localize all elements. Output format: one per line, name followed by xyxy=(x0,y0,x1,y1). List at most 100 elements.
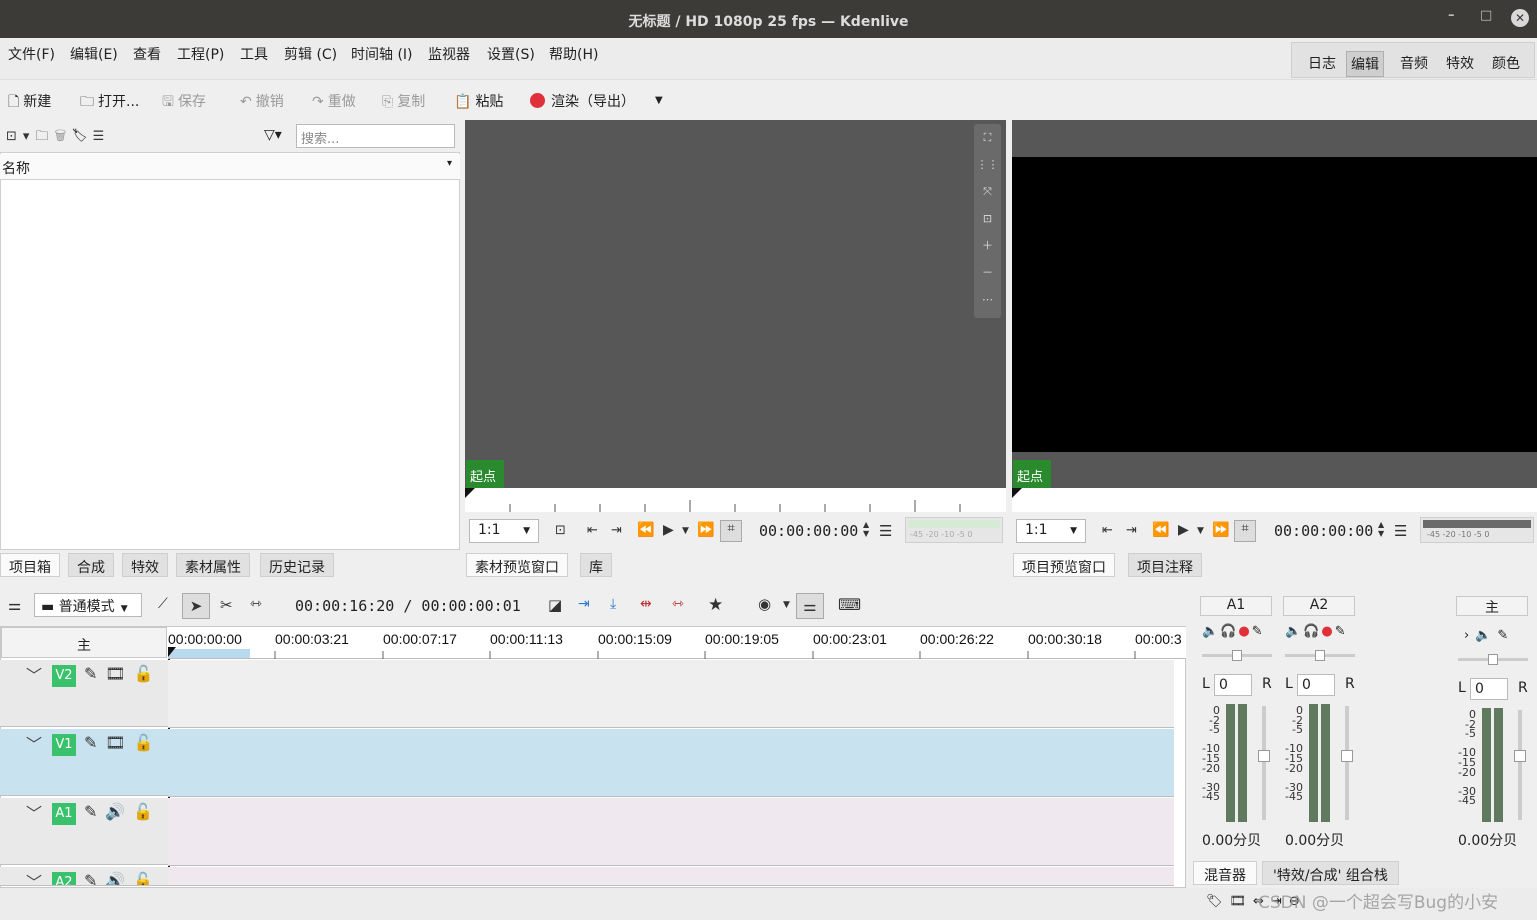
clip-monitor-view[interactable] xyxy=(465,120,1006,488)
bin-search-input[interactable]: 搜索... xyxy=(296,124,455,148)
lock-icon[interactable]: 🔓 xyxy=(133,871,161,885)
filter-icon[interactable]: ▽▾ xyxy=(264,127,282,143)
tag-icon[interactable]: 🏷 xyxy=(1206,894,1230,909)
tab-effect-stack[interactable]: '特效/合成' 组合栈 xyxy=(1262,861,1399,885)
project-monitor-ruler[interactable] xyxy=(1012,488,1537,512)
select-tool-icon[interactable]: ➤ xyxy=(182,593,210,619)
zoom-fit-icon[interactable]: ⤧ xyxy=(974,178,1001,205)
project-set-in-icon[interactable]: ⇤ xyxy=(1102,523,1113,538)
collapse-chevron-icon[interactable]: ﹀ xyxy=(26,800,42,824)
film-icon[interactable]: 🎞 xyxy=(105,664,133,683)
delete-icon[interactable]: 🗑 xyxy=(54,129,72,144)
collapse-chevron-icon[interactable]: ﹀ xyxy=(26,662,42,686)
maximize-button[interactable]: □ xyxy=(1480,8,1492,23)
mixer-toggle-icon[interactable]: ⚌ xyxy=(796,593,824,619)
overwrite-icon[interactable]: ⤓ xyxy=(610,596,616,612)
track-name[interactable]: V2 xyxy=(52,665,76,687)
track-a2[interactable] xyxy=(168,867,1174,886)
volume-slider[interactable] xyxy=(1341,706,1353,820)
timeline-settings-icon[interactable]: ⚌ xyxy=(8,596,21,614)
edit-mode-select[interactable]: ▬ 普通模式 ▼ xyxy=(34,593,142,617)
open-button[interactable]: 🗀 打开... xyxy=(80,91,139,115)
clip-monitor-menu-icon[interactable]: ☰ xyxy=(879,522,892,540)
menu-project[interactable]: 工程(P) xyxy=(177,44,224,64)
project-play-icon[interactable]: ▶ xyxy=(1178,522,1189,538)
balance-handle[interactable] xyxy=(1315,650,1325,661)
project-zoom-select[interactable]: 1:1 ▼ xyxy=(1016,519,1086,543)
solo-headphones-icon[interactable]: 🎧 xyxy=(1303,624,1321,639)
menu-settings[interactable]: 设置(S) xyxy=(487,44,535,64)
close-button[interactable]: ✕ xyxy=(1511,9,1529,27)
lock-icon[interactable]: 🔓 xyxy=(134,733,162,752)
film-icon[interactable]: 🎞 xyxy=(105,733,133,752)
spacer-tool-icon[interactable]: ⟋ xyxy=(158,596,168,612)
solo-headphones-icon[interactable]: 🎧 xyxy=(1220,624,1238,639)
record-audio-icon[interactable]: ◉ xyxy=(758,595,771,613)
project-forward-icon[interactable]: ⏩ xyxy=(1212,522,1229,538)
record-icon[interactable]: ● xyxy=(1238,624,1251,639)
effects-icon[interactable]: ✎ xyxy=(1335,624,1348,639)
tab-library[interactable]: 库 xyxy=(580,553,612,577)
project-set-out-icon[interactable]: ⇥ xyxy=(1126,523,1137,538)
lock-icon[interactable]: 🔓 xyxy=(133,802,161,821)
copy-button[interactable]: ⎘ 复制 xyxy=(382,91,425,111)
collapse-chevron-icon[interactable]: ﹀ xyxy=(26,869,42,885)
volume-handle[interactable] xyxy=(1258,750,1270,762)
effects-wand-icon[interactable]: ✎ xyxy=(84,802,105,821)
lift-icon[interactable]: ⇿ xyxy=(672,596,684,612)
mute-icon[interactable]: 🔈 xyxy=(1475,628,1497,643)
mute-icon[interactable]: 🔈 xyxy=(1202,624,1220,639)
play-options-icon[interactable]: ▼ xyxy=(682,526,689,536)
effects-wand-icon[interactable]: ✎ xyxy=(84,664,105,683)
project-timecode-spinner-icon[interactable]: ▲ ▼ xyxy=(1378,520,1384,538)
render-dropdown-icon[interactable]: ▼ xyxy=(655,95,663,106)
menu-view[interactable]: 查看 xyxy=(133,44,161,64)
lock-icon[interactable]: 🔓 xyxy=(134,664,162,683)
rewind-icon[interactable]: ⏪ xyxy=(637,522,654,538)
balance-slider[interactable] xyxy=(1202,650,1272,661)
volume-handle[interactable] xyxy=(1341,750,1353,762)
balance-input[interactable]: 0 xyxy=(1297,674,1335,696)
split-view-icon[interactable]: ◪ xyxy=(548,596,562,614)
collapse-chevron-icon[interactable]: ﹀ xyxy=(26,731,42,755)
track-header-a1[interactable]: ﹀ A1 ✎🔊🔓 xyxy=(0,798,168,865)
clip-crop-icon[interactable]: ⌗ xyxy=(720,520,742,542)
effects-wand-icon[interactable]: ✎ xyxy=(84,871,105,885)
gain-value[interactable]: 0.00分贝 xyxy=(1458,830,1517,850)
insert-icon[interactable]: ⇥ xyxy=(578,596,590,612)
minimize-button[interactable]: – xyxy=(1448,8,1455,23)
timeline-master-header[interactable]: 主 xyxy=(1,627,167,658)
menu-timeline[interactable]: 时间轴 (I) xyxy=(351,44,413,64)
tab-project-monitor[interactable]: 项目预览窗口 xyxy=(1013,553,1115,577)
zoom-out-icon[interactable]: － xyxy=(974,259,1001,286)
mute-icon[interactable]: 🔈 xyxy=(1285,624,1303,639)
sort-chevron-icon[interactable]: ▾ xyxy=(447,158,452,169)
more-icon[interactable]: ⋯ xyxy=(974,286,1001,313)
track-header-v2[interactable]: ﹀ V2 ✎🎞🔓 xyxy=(0,660,168,727)
speaker-icon[interactable]: 🔊 xyxy=(105,871,133,885)
clip-fullscreen-icon[interactable]: ⊡ xyxy=(555,523,566,538)
workspace-color[interactable]: 颜色 xyxy=(1488,51,1524,75)
tab-history[interactable]: 历史记录 xyxy=(260,553,334,577)
fit-icon[interactable]: ⛶ xyxy=(974,124,1001,151)
project-play-options-icon[interactable]: ▼ xyxy=(1197,526,1204,536)
project-crop-icon[interactable]: ⌗ xyxy=(1234,520,1256,542)
zoom-in-icon[interactable]: ＋ xyxy=(974,232,1001,259)
extract-icon[interactable]: ⇹ xyxy=(640,596,652,612)
tab-clip-monitor[interactable]: 素材预览窗口 xyxy=(466,553,568,577)
workspace-audio[interactable]: 音频 xyxy=(1396,51,1432,75)
track-v2[interactable] xyxy=(168,660,1174,728)
balance-slider[interactable] xyxy=(1285,650,1355,661)
tab-clip-properties[interactable]: 素材属性 xyxy=(176,553,250,577)
track-a1[interactable] xyxy=(168,798,1174,866)
track-name[interactable]: A2 xyxy=(52,872,76,885)
menu-help[interactable]: 帮助(H) xyxy=(549,44,598,64)
workspace-editing[interactable]: 编辑 xyxy=(1346,51,1384,77)
safe-zone-icon[interactable]: ⊡ xyxy=(974,205,1001,232)
speaker-icon[interactable]: 🔊 xyxy=(105,802,133,821)
gain-value[interactable]: 0.00分贝 xyxy=(1285,830,1344,850)
timeline-ruler[interactable]: 00:00:00:00 00:00:03:21 00:00:07:17 00:0… xyxy=(168,627,1186,659)
new-button[interactable]: 🗋 新建 xyxy=(8,91,51,115)
set-in-icon[interactable]: ⇤ xyxy=(587,523,598,538)
save-button[interactable]: 🖫 保存 xyxy=(162,91,206,115)
